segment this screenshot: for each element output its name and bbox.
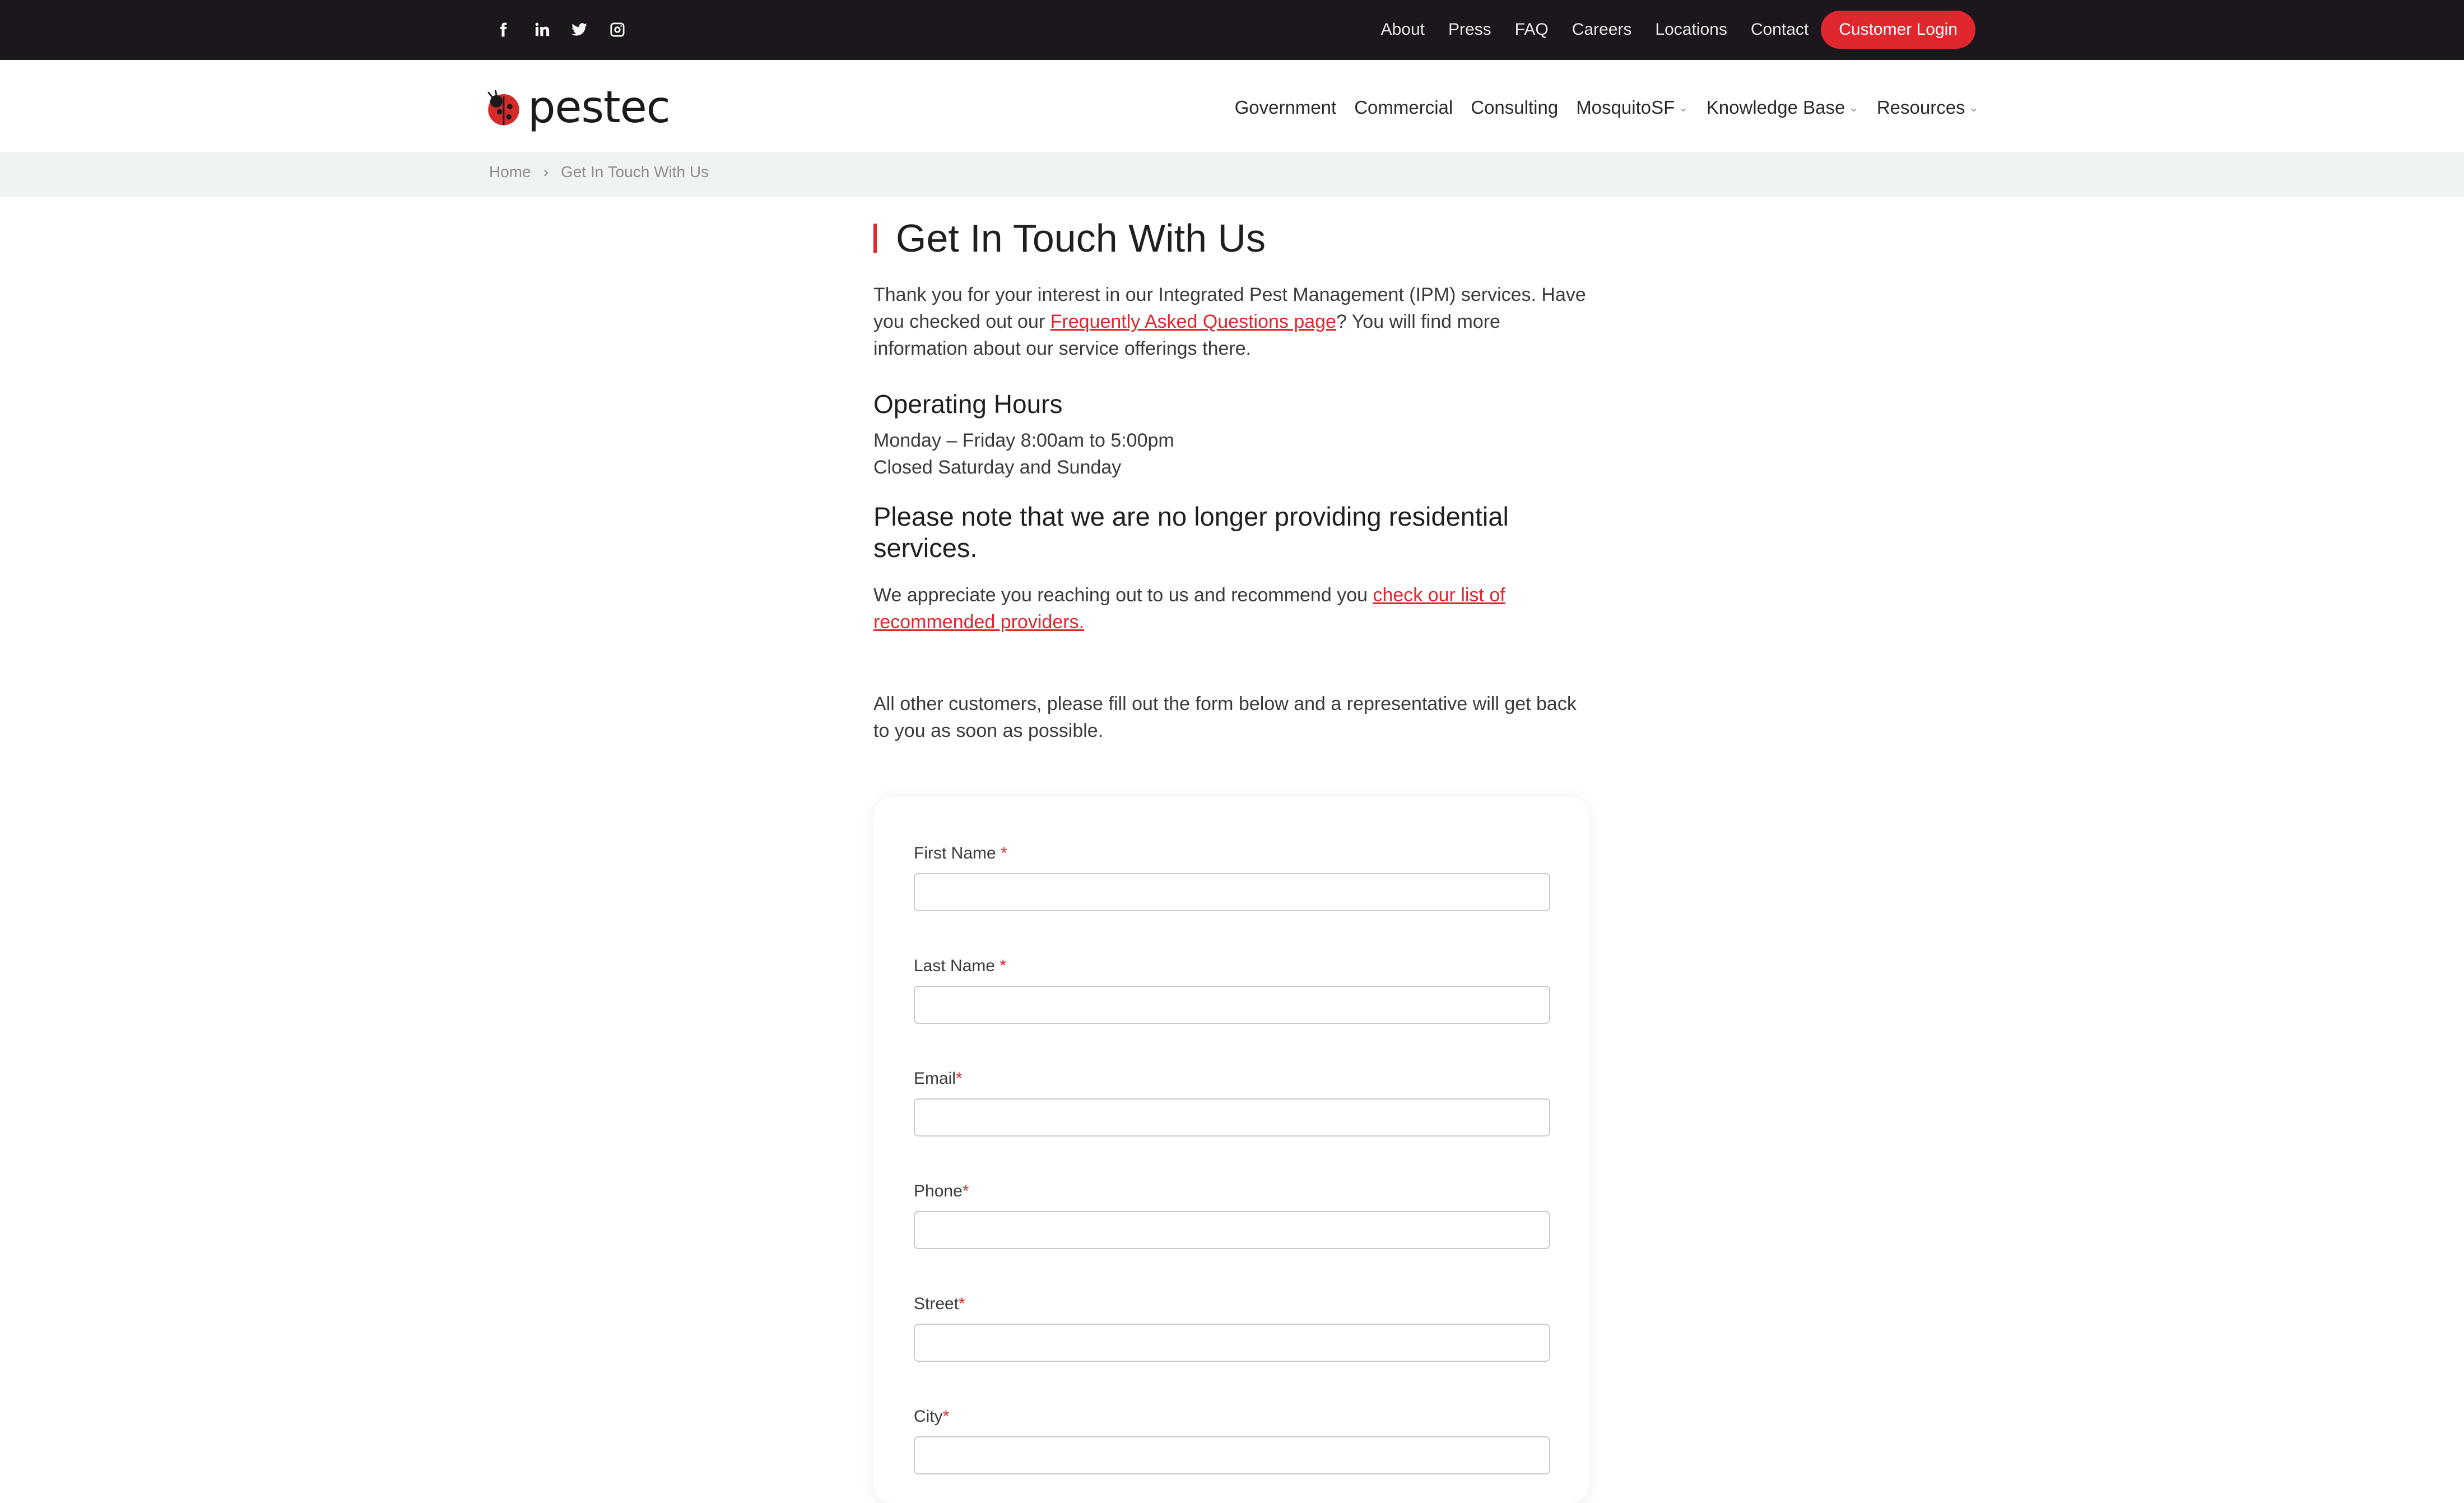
required-marker: * — [999, 957, 1007, 975]
required-marker: * — [956, 1069, 963, 1088]
ladybug-logo-icon — [487, 90, 519, 126]
instagram-icon[interactable] — [607, 20, 627, 40]
chevron-down-icon: ⌄ — [1968, 100, 1979, 114]
field-label-text: Last Name — [914, 957, 1000, 975]
last-name-label: Last Name * — [914, 957, 1550, 976]
page-title-row: Get In Touch With Us — [873, 213, 1591, 263]
nav-label: MosquitoSF — [1576, 97, 1675, 118]
field-label-text: Phone — [914, 1182, 963, 1200]
form-intro: All other customers, please fill out the… — [873, 693, 1577, 741]
breadcrumb-home[interactable]: Home — [489, 163, 531, 181]
page-title: Get In Touch With Us — [896, 216, 1266, 260]
hours-closed: Closed Saturday and Sunday — [873, 457, 1122, 478]
field-label-text: Street — [914, 1295, 959, 1313]
email-field: Email* — [914, 1069, 1550, 1136]
linkedin-icon[interactable] — [531, 20, 551, 40]
phone-field: Phone* — [914, 1182, 1550, 1249]
breadcrumb-current: Get In Touch With Us — [561, 163, 709, 180]
nav-knowledge-base[interactable]: Knowledge Base ⌄ — [1707, 97, 1859, 118]
street-label: Street* — [914, 1295, 1550, 1314]
chevron-right-icon: › — [543, 163, 549, 180]
nav-label: Government — [1234, 97, 1337, 118]
facebook-icon[interactable] — [493, 20, 513, 40]
field-label-text: City — [914, 1407, 943, 1426]
city-field: City* — [914, 1407, 1550, 1474]
notice-text: We appreciate you reaching out to us and… — [873, 584, 1373, 606]
social-links — [493, 16, 627, 44]
nav-faq-link[interactable]: FAQ — [1515, 20, 1549, 39]
street-field: Street* — [914, 1295, 1550, 1362]
utility-nav: About Press FAQ Careers Locations Contac… — [1357, 10, 1975, 49]
city-input[interactable] — [914, 1436, 1550, 1474]
required-marker: * — [959, 1295, 965, 1313]
nav-label: Knowledge Base — [1706, 97, 1845, 118]
city-label: City* — [914, 1407, 1550, 1426]
nav-press-link[interactable]: Press — [1448, 20, 1491, 39]
first-name-field: First Name * — [914, 844, 1550, 911]
twitter-icon[interactable] — [569, 20, 589, 40]
last-name-input[interactable] — [914, 986, 1550, 1024]
contact-form: First Name * Last Name * Email* Phone* S… — [873, 797, 1589, 1503]
main-content: Get In Touch With Us Thank you for your … — [873, 213, 1591, 744]
nav-careers-link[interactable]: Careers — [1572, 20, 1632, 39]
first-name-input[interactable] — [914, 873, 1550, 911]
chevron-down-icon: ⌄ — [1678, 100, 1689, 114]
nav-label: Resources — [1876, 97, 1965, 118]
notice-paragraph: We appreciate you reaching out to us and… — [873, 582, 1591, 635]
breadcrumb: Home › Get In Touch With Us — [489, 163, 709, 181]
top-bar: About Press FAQ Careers Locations Contac… — [0, 0, 2464, 60]
last-name-field: Last Name * — [914, 957, 1550, 1024]
nav-government[interactable]: Government — [1235, 97, 1337, 118]
logo-text: pestec — [528, 82, 671, 133]
title-accent-bar — [873, 224, 877, 253]
logo[interactable]: pestec — [483, 82, 671, 133]
email-label: Email* — [914, 1069, 1550, 1088]
operating-hours-heading: Operating Hours — [873, 389, 1063, 419]
residential-notice-heading: Please note that we are no longer provid… — [873, 502, 1509, 563]
nav-label: Consulting — [1471, 97, 1559, 118]
field-label-text: First Name — [914, 844, 1001, 862]
phone-input[interactable] — [914, 1211, 1550, 1249]
email-input[interactable] — [914, 1098, 1550, 1136]
breadcrumb-bar: Home › Get In Touch With Us — [0, 152, 2464, 197]
first-name-label: First Name * — [914, 844, 1550, 863]
faq-page-link[interactable]: Frequently Asked Questions page — [1050, 311, 1336, 332]
nav-mosquitosf[interactable]: MosquitoSF ⌄ — [1576, 97, 1689, 118]
main-nav: Government Commercial Consulting Mosquit… — [1217, 88, 1979, 127]
customer-login-button[interactable]: Customer Login — [1821, 11, 1975, 49]
nav-consulting[interactable]: Consulting — [1471, 97, 1558, 118]
hours-weekday: Monday – Friday 8:00am to 5:00pm — [873, 430, 1174, 451]
required-marker: * — [942, 1407, 950, 1426]
site-header: pestec Government Commercial Consulting … — [0, 60, 2464, 152]
nav-label: Commercial — [1354, 97, 1453, 118]
chevron-down-icon: ⌄ — [1848, 100, 1859, 114]
field-label-text: Email — [914, 1069, 956, 1088]
nav-commercial[interactable]: Commercial — [1354, 97, 1453, 118]
required-marker: * — [962, 1182, 969, 1200]
nav-resources[interactable]: Resources ⌄ — [1877, 97, 1979, 118]
required-marker: * — [1001, 844, 1007, 862]
nav-about-link[interactable]: About — [1381, 20, 1425, 39]
intro-paragraph: Thank you for your interest in our Integ… — [873, 281, 1591, 362]
street-input[interactable] — [914, 1324, 1550, 1362]
nav-contact-link[interactable]: Contact — [1751, 20, 1809, 39]
nav-locations-link[interactable]: Locations — [1655, 20, 1727, 39]
phone-label: Phone* — [914, 1182, 1550, 1201]
